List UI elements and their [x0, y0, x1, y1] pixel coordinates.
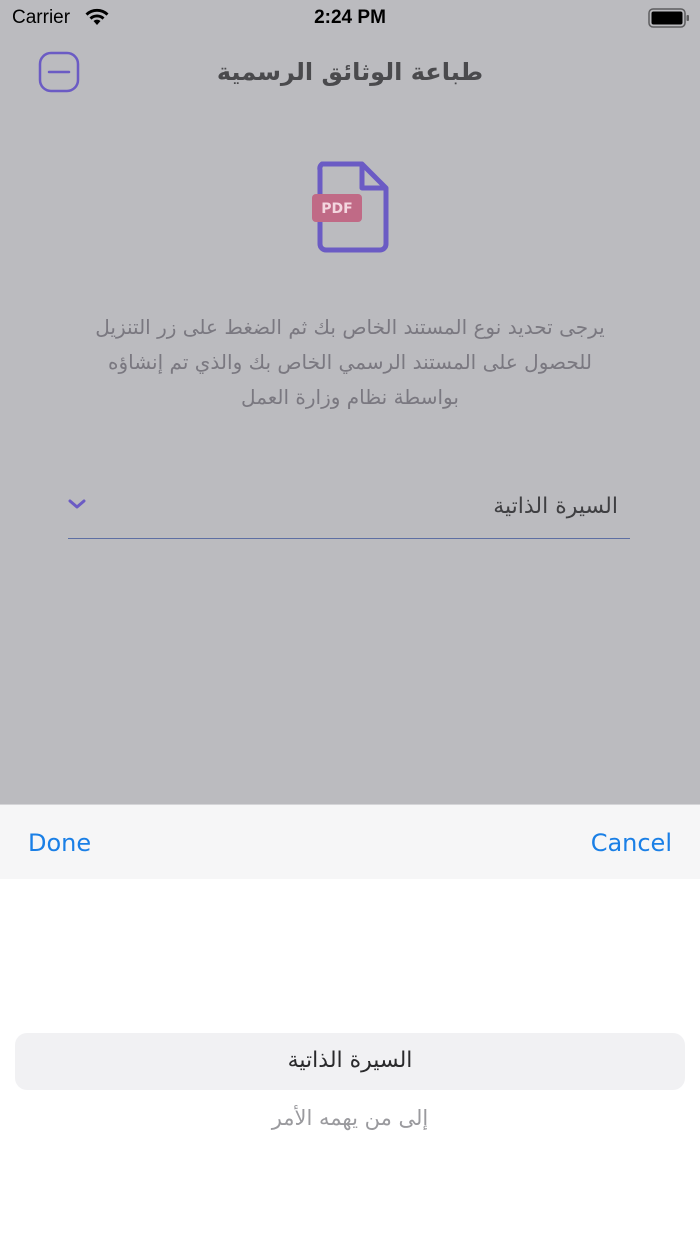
dropdown-selected-value: السيرة الذاتية — [493, 494, 618, 519]
pdf-badge-label: PDF — [321, 201, 352, 217]
done-button[interactable]: Done — [28, 829, 91, 857]
chevron-down-icon — [68, 496, 86, 510]
document-type-dropdown[interactable]: السيرة الذاتية — [68, 478, 630, 539]
picker-toolbar: Done Cancel — [0, 804, 700, 879]
page-title: طباعة الوثائق الرسمية — [216, 58, 484, 86]
battery-icon — [648, 8, 690, 33]
instructions-text: يرجى تحديد نوع المستند الخاص بك ثم الضغط… — [95, 315, 605, 409]
close-button[interactable] — [38, 51, 80, 93]
status-time: 2:24 PM — [314, 7, 386, 28]
picker-option[interactable]: إلى من يهمه الأمر — [0, 1106, 700, 1130]
picker-sheet: Done Cancel السيرة الذاتية إلى من يهمه ا… — [0, 804, 700, 1244]
minus-circle-icon — [38, 51, 80, 93]
picker-option: السيرة الذاتية — [287, 1048, 413, 1073]
nav-bar: طباعة الوثائق الرسمية — [0, 44, 700, 100]
picker-selection-highlight[interactable]: السيرة الذاتية — [15, 1033, 685, 1090]
status-bar: Carrier 2:24 PM — [0, 0, 700, 36]
cancel-button[interactable]: Cancel — [591, 829, 672, 857]
pdf-file-icon: PDF — [310, 160, 392, 254]
